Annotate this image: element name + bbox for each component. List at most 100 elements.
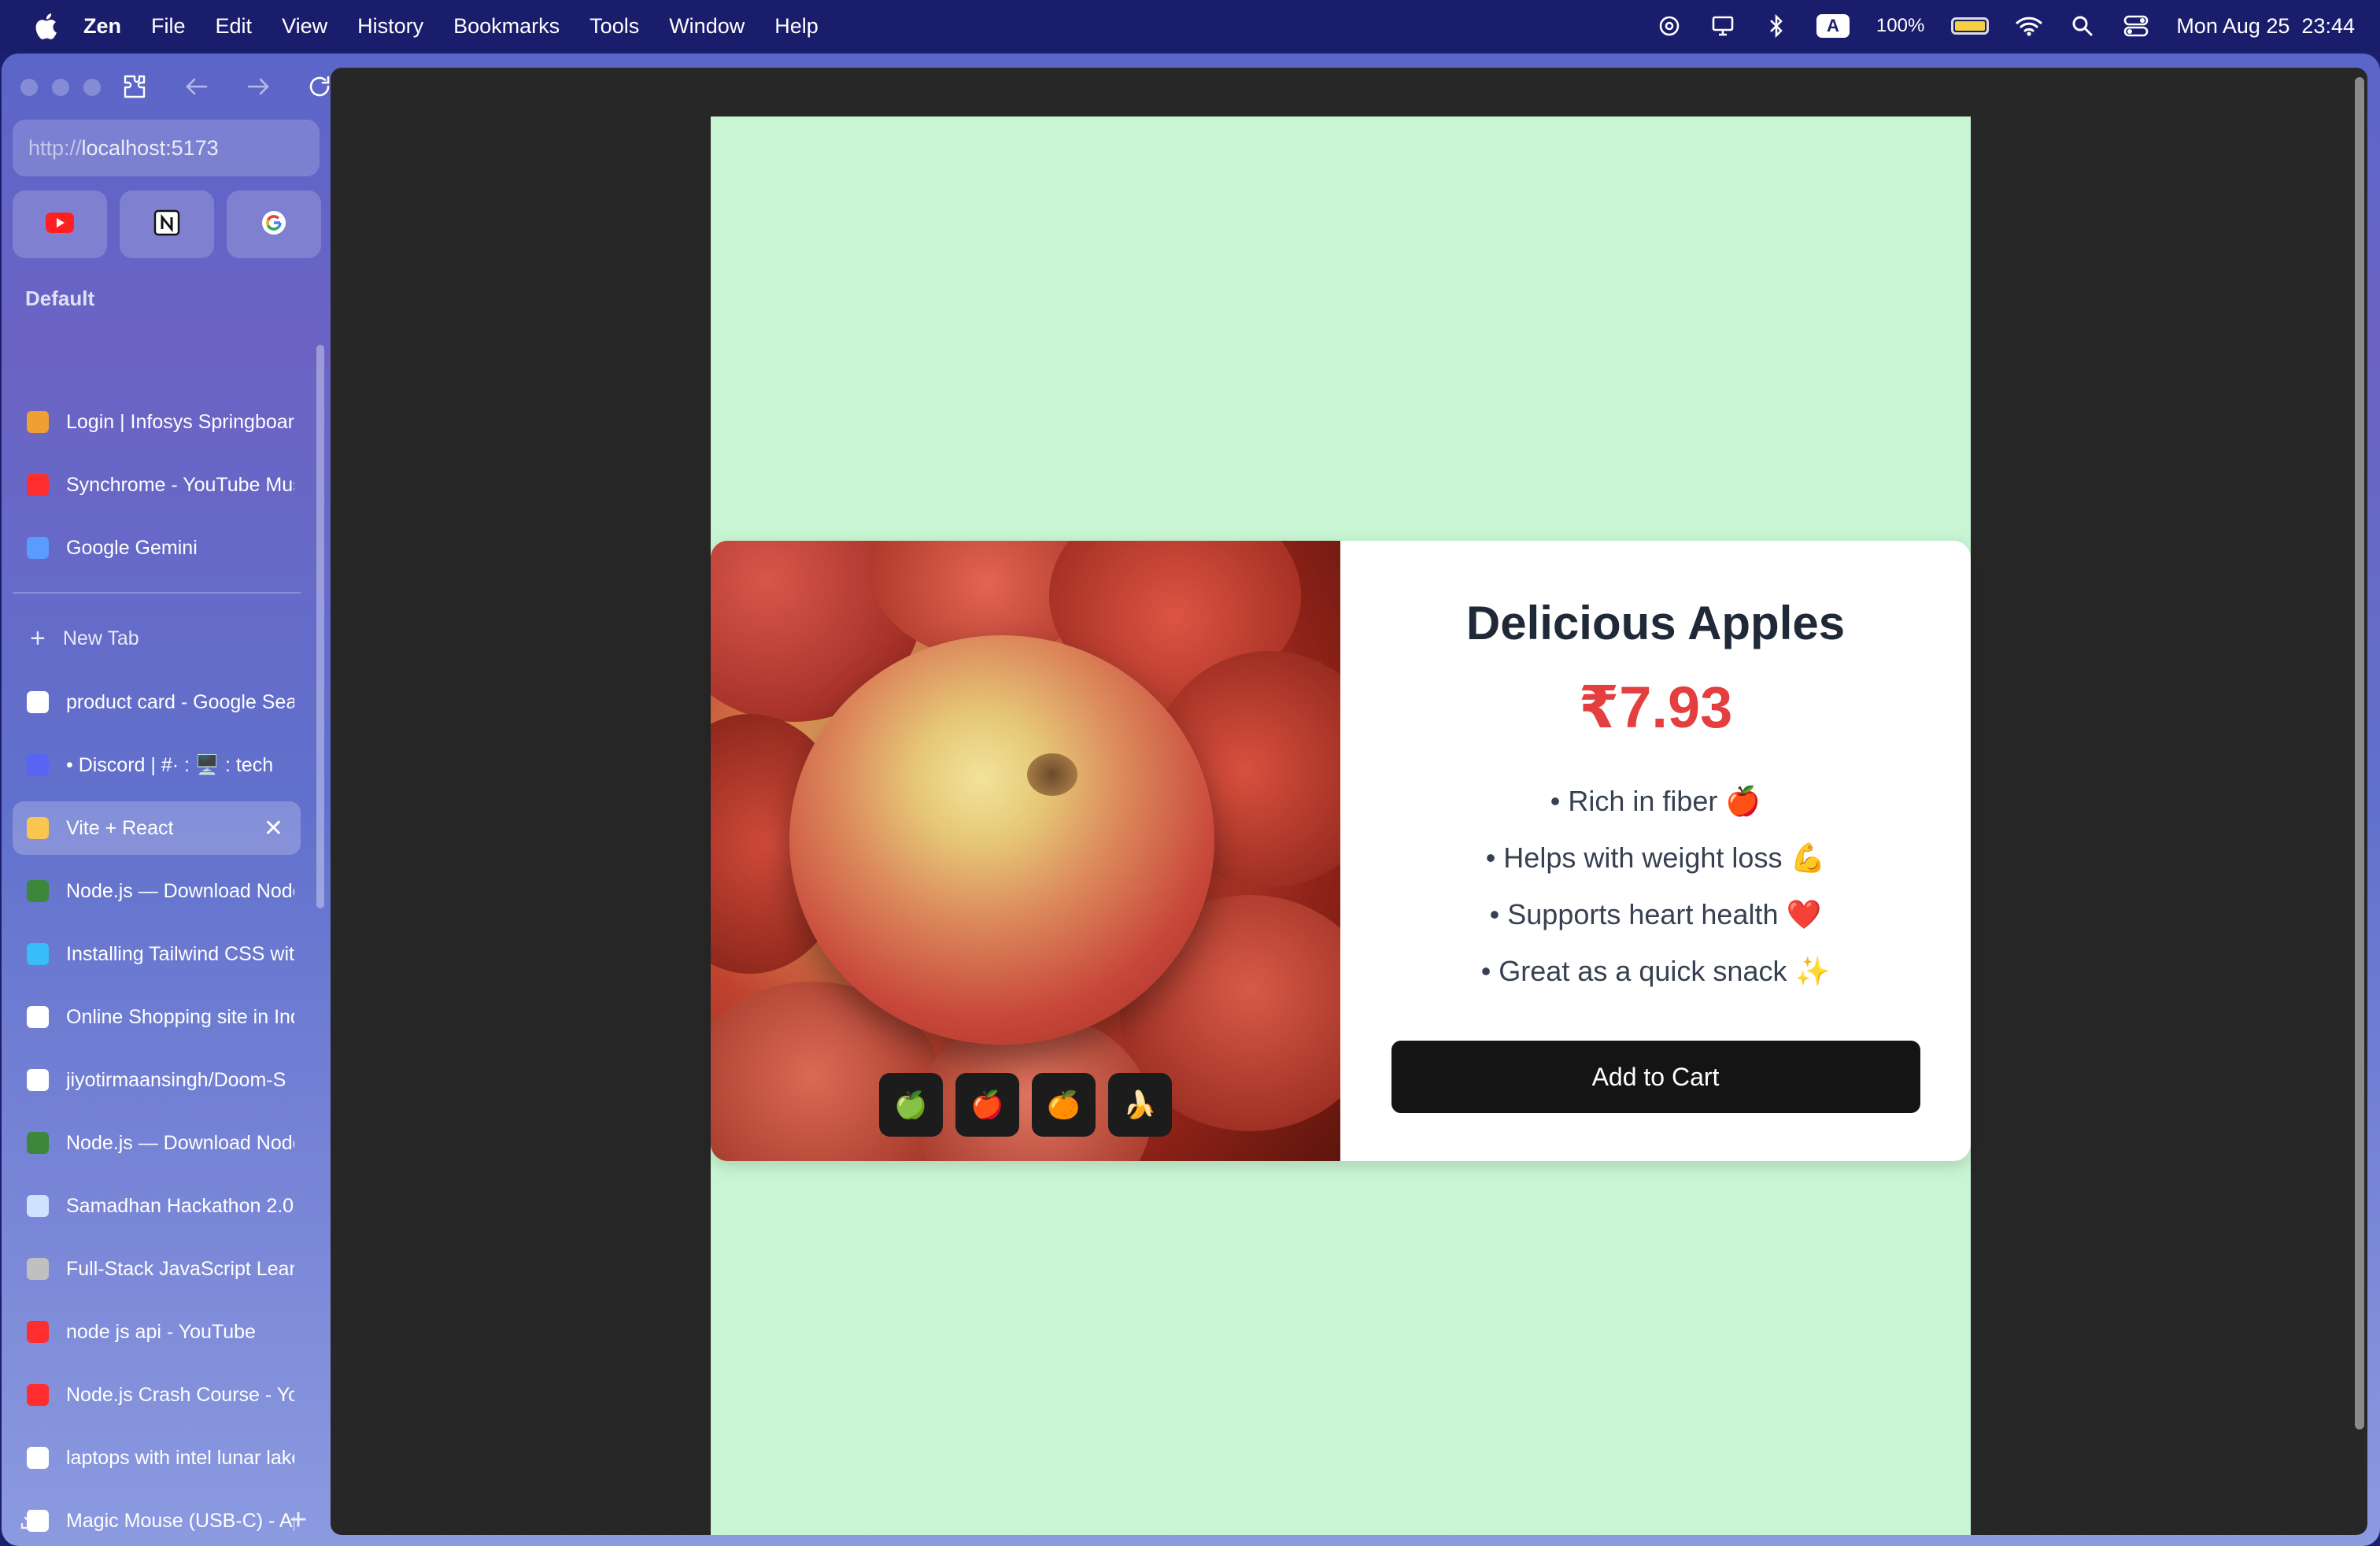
spotlight-search-icon[interactable] — [2069, 13, 2096, 39]
tab-label: Node.js — Download Node.js — [66, 879, 294, 902]
tab-label: Google Gemini — [66, 536, 198, 559]
space-label: Default — [25, 287, 95, 310]
nodejs-icon — [27, 1132, 49, 1154]
tab-label: node js api - YouTube — [66, 1320, 256, 1343]
extensions-icon[interactable] — [120, 71, 151, 102]
feature-item: • Supports heart health ❤️ — [1489, 898, 1822, 930]
product-image: 🍏 🍎 🍊 🍌 — [711, 541, 1340, 1161]
sidebar-tab[interactable]: Installing Tailwind CSS with Vite — [13, 927, 301, 981]
pinned-youtube[interactable] — [13, 190, 107, 258]
sidebar-tab[interactable]: Node.js Crash Course - YouTube — [13, 1368, 301, 1422]
amazon-icon — [27, 1006, 49, 1028]
window-controls — [20, 79, 101, 96]
sidebar-tab[interactable]: Login | Infosys Springboard — [13, 395, 301, 449]
sidebar-scrollbar[interactable] — [316, 345, 324, 908]
sidebar-tab[interactable]: jiyotirmaansingh/Doom-S — [13, 1053, 301, 1107]
product-title: Delicious Apples — [1465, 597, 1846, 649]
menubar-clock[interactable]: Mon Aug 25 23:44 — [2176, 14, 2355, 39]
menu-tools[interactable]: Tools — [589, 14, 639, 39]
feature-item: • Great as a quick snack ✨ — [1480, 955, 1831, 987]
sidebar-tab[interactable]: Node.js — Download Node.js — [13, 864, 301, 918]
tailwind-icon — [27, 943, 49, 965]
product-info: Delicious Apples ₹7.93 • Rich in fiber 🍎… — [1340, 541, 1971, 1161]
menu-edit[interactable]: Edit — [216, 14, 253, 39]
battery-percent: 100% — [1876, 15, 1925, 36]
notion-icon — [153, 209, 180, 240]
input-source-badge[interactable]: A — [1816, 14, 1850, 38]
app-name-menu[interactable]: Zen — [83, 14, 121, 39]
pinned-notion[interactable] — [120, 190, 214, 258]
active-tab[interactable]: Vite + React ✕ — [13, 801, 301, 855]
red-apple-thumb[interactable]: 🍎 — [955, 1073, 1019, 1137]
sidebar-tab[interactable]: Online Shopping site in India — [13, 990, 301, 1044]
menu-history[interactable]: History — [357, 14, 423, 39]
sidebar-tab[interactable]: product card - Google Search — [13, 675, 301, 729]
forward-arrow-icon[interactable] — [242, 71, 274, 102]
apple-menu-icon[interactable] — [31, 10, 60, 42]
javascript-icon — [27, 1258, 49, 1280]
plus-icon: + — [30, 623, 46, 653]
sidebar: http://localhost:5173 Default Login | In… — [2, 54, 330, 1546]
sidebar-tab[interactable]: node js api - YouTube — [13, 1305, 301, 1359]
youtube-icon — [46, 212, 74, 237]
product-card: 🍏 🍎 🍊 🍌 Delicious Apples ₹7.93 • Rich in fi… — [711, 541, 1971, 1161]
bluetooth-icon[interactable] — [1763, 13, 1790, 39]
thumbnail-strip: 🍏 🍎 🍊 🍌 — [879, 1073, 1172, 1137]
gemini-icon — [27, 537, 49, 559]
battery-icon[interactable] — [1951, 17, 1990, 35]
tab-label: Node.js — Download Node.js — [66, 1131, 294, 1154]
close-tab-icon[interactable]: ✕ — [264, 815, 283, 842]
tab-label: jiyotirmaansingh/Doom-S — [66, 1068, 286, 1091]
youtube-icon — [27, 1384, 49, 1406]
sidebar-tab[interactable]: Google Gemini — [13, 521, 301, 575]
battery-fill — [1955, 21, 1986, 31]
banana-thumb[interactable]: 🍌 — [1108, 1073, 1172, 1137]
new-tab-button[interactable]: + New Tab — [13, 612, 301, 664]
green-apple-thumb[interactable]: 🍏 — [879, 1073, 943, 1137]
add-to-cart-button[interactable]: Add to Cart — [1391, 1041, 1920, 1113]
tab-label: Vite + React — [66, 816, 174, 839]
minimize-window-button[interactable] — [52, 79, 69, 96]
sidebar-tab[interactable]: Samadhan Hackathon 2.0 — [13, 1179, 301, 1233]
new-tab-label: New Tab — [62, 627, 139, 649]
url-host: localhost:5173 — [81, 135, 219, 160]
sidebar-tab[interactable]: Full-Stack JavaScript Learning — [13, 1242, 301, 1296]
sidebar-tab[interactable]: Node.js — Download Node.js — [13, 1116, 301, 1170]
web-content-area: 🍏 🍎 🍊 🍌 Delicious Apples ₹7.93 • Rich in fi… — [331, 68, 2367, 1535]
wifi-icon[interactable] — [2016, 13, 2042, 39]
close-window-button[interactable] — [20, 79, 38, 96]
sidebar-tab[interactable]: • Discord | #· : 🖥️ : tech — [13, 738, 301, 792]
pinned-google[interactable] — [227, 190, 321, 258]
orange-thumb[interactable]: 🍊 — [1032, 1073, 1096, 1137]
sidebar-tab[interactable]: laptops with intel lunar lake — [13, 1431, 301, 1485]
url-bar[interactable]: http://localhost:5173 — [13, 120, 320, 176]
menu-view[interactable]: View — [282, 14, 327, 39]
vite-icon — [27, 817, 49, 839]
control-center-icon[interactable] — [2123, 13, 2149, 39]
menu-help[interactable]: Help — [774, 14, 819, 39]
menu-bookmarks[interactable]: Bookmarks — [453, 14, 560, 39]
page-scrollbar[interactable] — [2355, 77, 2364, 1429]
zoom-window-button[interactable] — [83, 79, 101, 96]
apple-stem-shape — [1027, 753, 1077, 796]
new-workspace-icon[interactable]: + — [290, 1503, 307, 1537]
sidebar-tab[interactable]: Synchrome - YouTube Music — [13, 458, 301, 512]
menu-file[interactable]: File — [151, 14, 186, 39]
chatgpt-icon[interactable] — [1656, 13, 1683, 39]
menu-window[interactable]: Window — [669, 14, 745, 39]
macos-menu-bar: Zen File Edit View History Bookmarks Too… — [0, 0, 2380, 52]
downloads-icon[interactable] — [19, 1508, 41, 1536]
display-icon[interactable] — [1709, 13, 1736, 39]
tab-label: product card - Google Search — [66, 690, 294, 713]
tab-label: Node.js Crash Course - YouTube — [66, 1383, 294, 1406]
samadhan-icon — [27, 1195, 49, 1217]
youtube-music-icon — [27, 474, 49, 496]
page-background: 🍏 🍎 🍊 🍌 Delicious Apples ₹7.93 • Rich in fi… — [711, 117, 1971, 1535]
tab-label: Online Shopping site in India — [66, 1005, 294, 1028]
back-arrow-icon[interactable] — [181, 71, 213, 102]
infosys-icon — [27, 411, 49, 433]
youtube-icon — [27, 1321, 49, 1343]
tab-label: • Discord | #· : 🖥️ : tech — [66, 753, 274, 776]
discord-icon — [27, 754, 49, 776]
feature-item: • Rich in fiber 🍎 — [1550, 785, 1761, 817]
